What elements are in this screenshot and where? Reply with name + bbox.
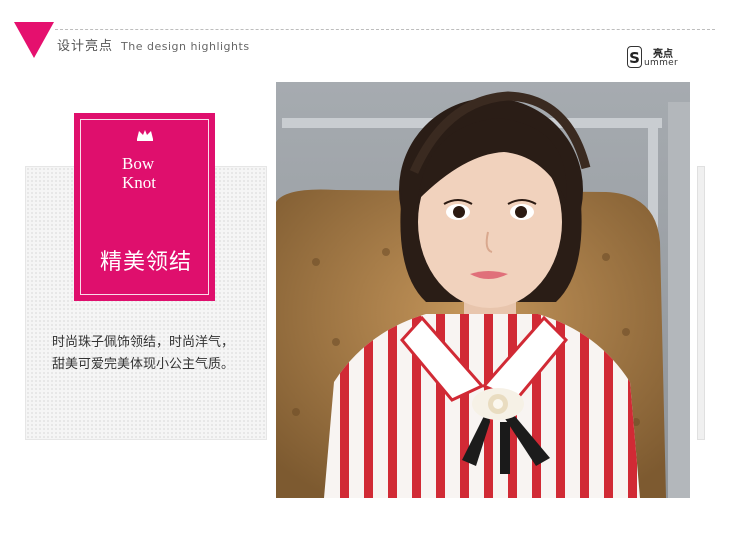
section-title: 设计亮点 The design highlights [57, 35, 250, 54]
product-photo [276, 82, 690, 498]
crown-icon [137, 130, 153, 141]
feature-description: 时尚珠子佩饰领结，时尚洋气， 甜美可爱完美体现小公主气质。 [52, 332, 272, 376]
logo-en: ummer [644, 58, 678, 68]
feature-description-line2: 甜美可爱完美体现小公主气质。 [52, 357, 235, 372]
feature-label-box: Bow Knot 精美领结 [74, 113, 215, 301]
feature-title-en: Bow Knot [122, 154, 156, 192]
section-title-zh: 设计亮点 [57, 39, 114, 54]
summer-logo: S 亮点 ummer [627, 44, 687, 72]
feature-title-zh: 精美领结 [100, 250, 193, 275]
girl-portrait-image [276, 82, 690, 498]
feature-description-line1: 时尚珠子佩饰领结，时尚洋气， [52, 335, 235, 350]
feature-title-en-line1: Bow [122, 154, 155, 173]
decorative-side-bar [697, 166, 705, 440]
header-triangle-icon [14, 22, 54, 58]
feature-title-en-line2: Knot [122, 173, 156, 192]
logo-letter: S [627, 46, 642, 68]
header-divider [55, 29, 715, 30]
section-title-en: The design highlights [121, 40, 250, 53]
